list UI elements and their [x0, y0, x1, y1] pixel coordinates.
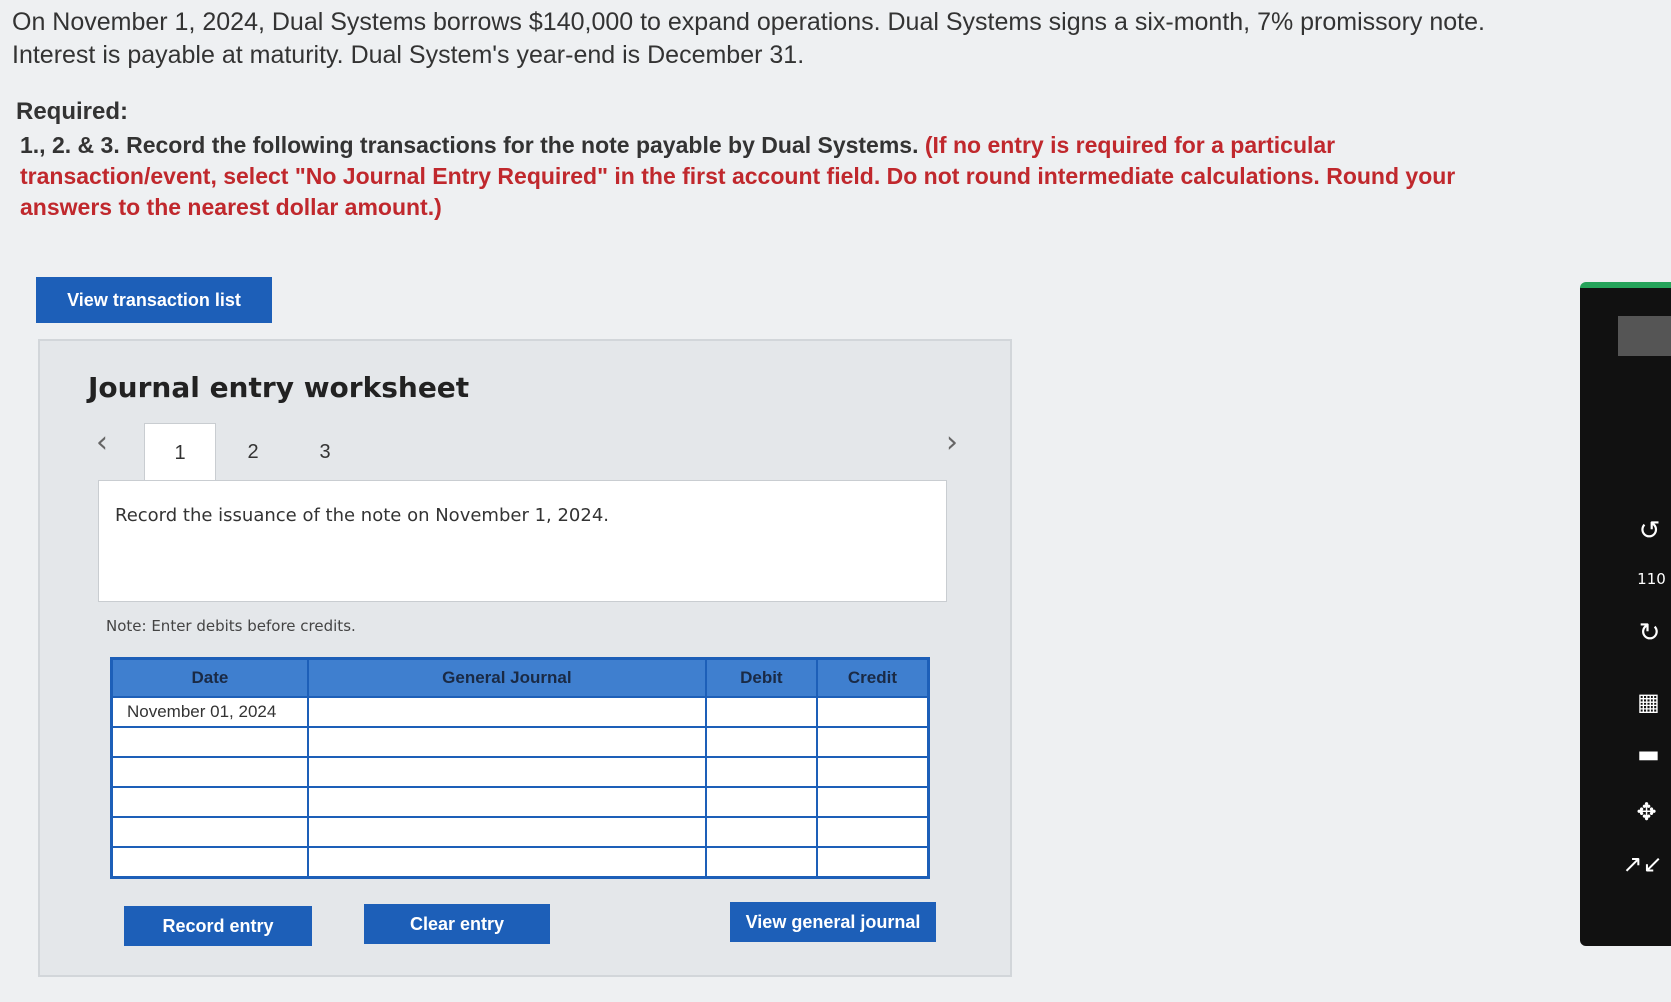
credit-field[interactable]	[815, 756, 930, 788]
transaction-description-box: Record the issuance of the note on Novem…	[98, 480, 947, 602]
collapse-icon[interactable]: ↗↙	[1614, 850, 1671, 878]
header-date: Date	[110, 657, 309, 698]
credit-value[interactable]	[818, 818, 927, 846]
credit-field[interactable]	[815, 786, 930, 818]
account-field[interactable]	[306, 726, 707, 758]
table-row: November 01, 2024	[110, 696, 930, 728]
credit-value[interactable]	[818, 788, 927, 816]
debit-value[interactable]	[707, 758, 816, 786]
debit-field[interactable]	[704, 696, 818, 728]
table-row	[110, 756, 930, 788]
debit-field[interactable]	[704, 726, 818, 758]
required-instructions: 1., 2. & 3. Record the following transac…	[20, 130, 1520, 223]
calculator-icon[interactable]: ▦	[1626, 688, 1671, 716]
table-row	[110, 726, 930, 758]
debit-field[interactable]	[704, 816, 818, 848]
debit-value[interactable]	[707, 728, 816, 756]
credit-value[interactable]	[818, 698, 927, 726]
account-value[interactable]	[309, 698, 705, 726]
date-cell: November 01, 2024	[110, 696, 309, 728]
date-cell	[110, 816, 309, 848]
account-field[interactable]	[306, 846, 707, 879]
view-transaction-list-button[interactable]: View transaction list	[36, 277, 272, 323]
debit-value[interactable]	[707, 788, 816, 816]
table-row	[110, 786, 930, 818]
chevron-left-icon[interactable]: ‹	[96, 425, 108, 460]
clear-entry-button[interactable]: Clear entry	[364, 904, 550, 944]
problem-line-2: Interest is payable at maturity. Dual Sy…	[12, 41, 805, 69]
undo-icon[interactable]: ↺	[1628, 516, 1671, 546]
record-entry-button[interactable]: Record entry	[124, 906, 312, 946]
credit-value[interactable]	[818, 728, 927, 756]
required-heading: Required:	[16, 98, 129, 125]
journal-table: Date General Journal Debit Credit Novemb…	[110, 657, 930, 879]
header-debit: Debit	[704, 657, 818, 698]
view-general-journal-button[interactable]: View general journal	[730, 902, 936, 942]
debit-value[interactable]	[707, 818, 816, 846]
problem-line-1: On November 1, 2024, Dual Systems borrow…	[12, 8, 1485, 36]
table-header-row: Date General Journal Debit Credit	[110, 657, 930, 698]
account-value[interactable]	[309, 788, 705, 816]
account-value[interactable]	[309, 728, 705, 756]
table-row	[110, 816, 930, 848]
debit-field[interactable]	[704, 786, 818, 818]
tab-1[interactable]: 1	[144, 423, 216, 482]
credit-value[interactable]	[818, 758, 927, 786]
credit-field[interactable]	[815, 846, 930, 879]
redo-icon[interactable]: ↻	[1628, 618, 1671, 648]
entry-note: Note: Enter debits before credits.	[106, 617, 356, 635]
journal-entry-worksheet: Journal entry worksheet ‹ 1 2 3 › Record…	[38, 339, 1012, 977]
debit-value[interactable]	[707, 848, 816, 876]
worksheet-title: Journal entry worksheet	[88, 371, 470, 404]
debit-field[interactable]	[704, 846, 818, 879]
toolbar-handle[interactable]	[1618, 316, 1671, 356]
account-value[interactable]	[309, 848, 705, 876]
instructions-prefix: 1., 2. & 3. Record the following transac…	[20, 132, 919, 158]
side-toolbar: ↺ 110 ↻ ▦ ▬ ✥ ↗↙	[1580, 282, 1671, 946]
move-icon[interactable]: ✥	[1622, 798, 1671, 826]
credit-value[interactable]	[818, 848, 927, 876]
date-cell	[110, 846, 309, 879]
date-cell	[110, 756, 309, 788]
table-row	[110, 846, 930, 879]
tab-2[interactable]: 2	[218, 423, 288, 481]
account-field[interactable]	[306, 756, 707, 788]
debit-value[interactable]	[707, 698, 816, 726]
debit-field[interactable]	[704, 756, 818, 788]
credit-field[interactable]	[815, 726, 930, 758]
date-cell	[110, 786, 309, 818]
header-credit: Credit	[815, 657, 930, 698]
account-field[interactable]	[306, 786, 707, 818]
account-value[interactable]	[309, 758, 705, 786]
account-value[interactable]	[309, 818, 705, 846]
problem-statement: On November 1, 2024, Dual Systems borrow…	[12, 6, 1572, 72]
account-field[interactable]	[306, 696, 707, 728]
header-general-journal: General Journal	[306, 657, 707, 698]
account-field[interactable]	[306, 816, 707, 848]
comment-icon[interactable]: ▬	[1626, 740, 1671, 768]
transaction-description: Record the issuance of the note on Novem…	[115, 505, 610, 526]
credit-field[interactable]	[815, 696, 930, 728]
toolbar-count: 110	[1637, 570, 1666, 588]
chevron-right-icon[interactable]: ›	[946, 425, 958, 460]
tab-3[interactable]: 3	[290, 423, 360, 481]
date-cell	[110, 726, 309, 758]
credit-field[interactable]	[815, 816, 930, 848]
